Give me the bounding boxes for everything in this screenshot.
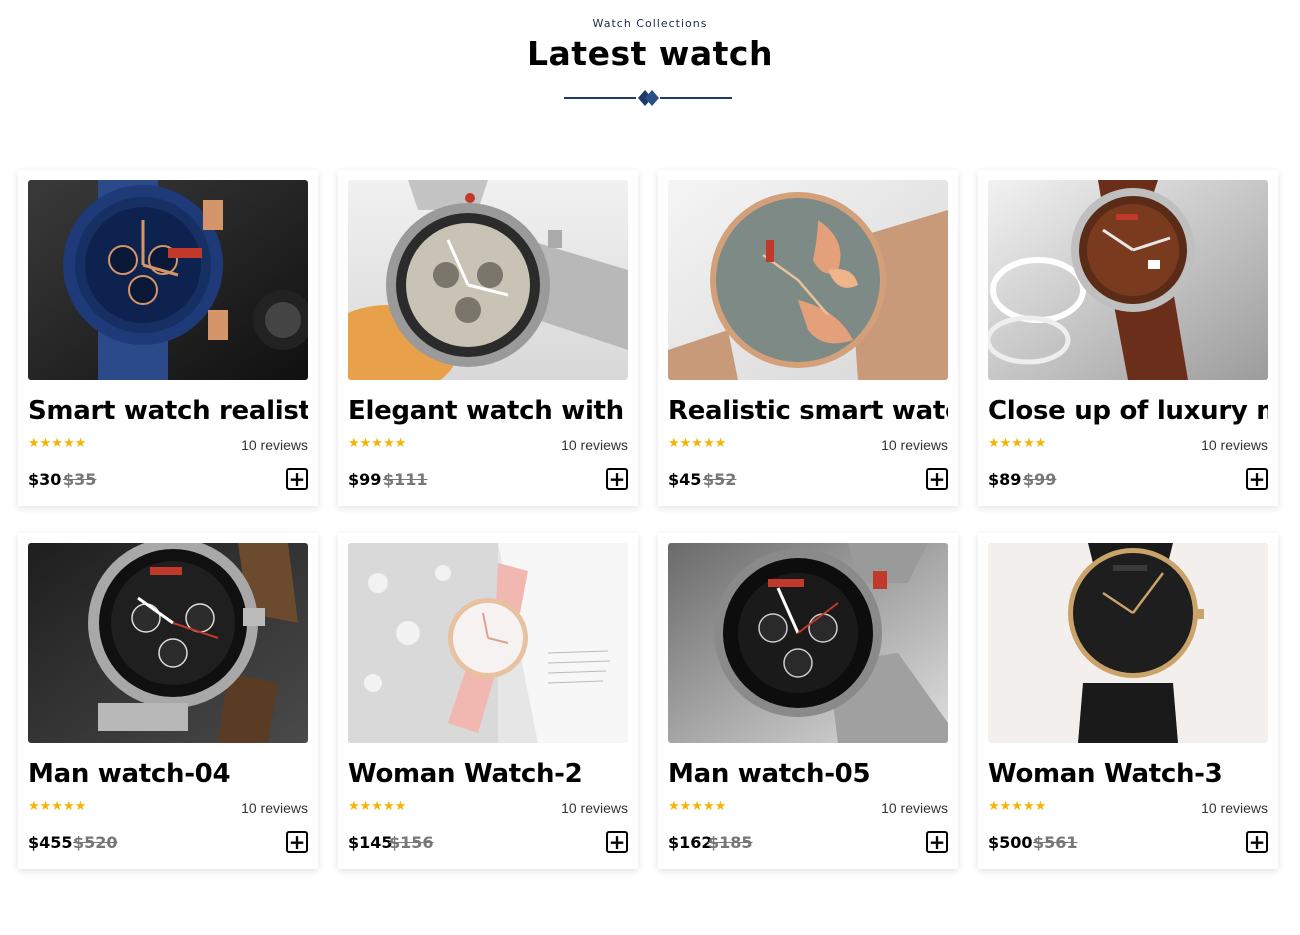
rating-stars-icon: ★★★★★: [348, 436, 407, 451]
black-silver-chronograph-watch-icon: [28, 543, 308, 743]
plus-square-icon: +: [1248, 830, 1266, 854]
add-to-cart-button[interactable]: +: [926, 468, 948, 490]
add-to-cart-button[interactable]: +: [606, 831, 628, 853]
rating-stars-icon: ★★★★★: [668, 799, 727, 814]
product-card[interactable]: Man watch-05 ★★★★★ 10 reviews $162 $185 …: [658, 533, 958, 869]
product-card[interactable]: Close up of luxury man ★★★★★ 10 reviews …: [978, 170, 1278, 506]
black-mesh-minimal-watch-icon: [988, 543, 1268, 743]
review-count: 10 reviews: [241, 800, 308, 816]
product-name[interactable]: Elegant watch with a s: [348, 396, 628, 426]
product-name[interactable]: Woman Watch-2: [348, 759, 628, 789]
product-name[interactable]: Man watch-04: [28, 759, 308, 789]
product-price: $500: [988, 833, 1033, 852]
product-card[interactable]: Man watch-04 ★★★★★ 10 reviews $455 $520 …: [18, 533, 318, 869]
review-count: 10 reviews: [881, 800, 948, 816]
brown-leather-watch-icon: [988, 180, 1268, 380]
rating-stars-icon: ★★★★★: [988, 436, 1047, 451]
blue-chronograph-watch-icon: [28, 180, 308, 380]
product-price: $455: [28, 833, 73, 852]
product-old-price: $35: [63, 470, 97, 489]
product-price: $45: [668, 470, 702, 489]
review-count: 10 reviews: [881, 437, 948, 453]
product-card[interactable]: Elegant watch with a s ★★★★★ 10 reviews …: [338, 170, 638, 506]
plus-square-icon: +: [1248, 467, 1266, 491]
product-card[interactable]: Smart watch realistic ★★★★★ 10 reviews $…: [18, 170, 318, 506]
add-to-cart-button[interactable]: +: [286, 468, 308, 490]
rating-stars-icon: ★★★★★: [988, 799, 1047, 814]
product-image[interactable]: [668, 543, 948, 743]
product-card[interactable]: Woman Watch-3 ★★★★★ 10 reviews $500 $561…: [978, 533, 1278, 869]
rating-stars-icon: ★★★★★: [28, 799, 87, 814]
product-name[interactable]: Realistic smart watch: [668, 396, 948, 426]
add-to-cart-button[interactable]: +: [1246, 468, 1268, 490]
rating-stars-icon: ★★★★★: [668, 436, 727, 451]
product-old-price: $520: [73, 833, 118, 852]
review-count: 10 reviews: [561, 437, 628, 453]
product-old-price: $52: [703, 470, 737, 489]
add-to-cart-button[interactable]: +: [286, 831, 308, 853]
product-price: $89: [988, 470, 1022, 489]
plus-square-icon: +: [928, 830, 946, 854]
product-card[interactable]: Woman Watch-2 ★★★★★ 10 reviews $145 $156…: [338, 533, 638, 869]
product-name[interactable]: Man watch-05: [668, 759, 948, 789]
product-old-price: $185: [708, 833, 753, 852]
review-count: 10 reviews: [1201, 800, 1268, 816]
product-price: $162: [668, 833, 713, 852]
product-name[interactable]: Smart watch realistic: [28, 396, 308, 426]
review-count: 10 reviews: [561, 800, 628, 816]
product-old-price: $561: [1033, 833, 1078, 852]
review-count: 10 reviews: [241, 437, 308, 453]
product-old-price: $99: [1023, 470, 1057, 489]
product-price: $145: [348, 833, 393, 852]
rating-stars-icon: ★★★★★: [348, 799, 407, 814]
pink-leather-watch-icon: [348, 543, 628, 743]
product-image[interactable]: [348, 543, 628, 743]
review-count: 10 reviews: [1201, 437, 1268, 453]
product-image[interactable]: [348, 180, 628, 380]
product-old-price: $156: [389, 833, 434, 852]
add-to-cart-button[interactable]: +: [926, 831, 948, 853]
product-name[interactable]: Woman Watch-3: [988, 759, 1268, 789]
rose-gold-floral-watch-icon: [668, 180, 948, 380]
silver-chronograph-watch-icon: [348, 180, 628, 380]
section-eyebrow: Watch Collections: [592, 17, 708, 30]
product-price: $99: [348, 470, 382, 489]
add-to-cart-button[interactable]: +: [606, 468, 628, 490]
plus-square-icon: +: [288, 467, 306, 491]
product-card[interactable]: Realistic smart watch ★★★★★ 10 reviews $…: [658, 170, 958, 506]
section-title: Latest watch: [527, 34, 773, 73]
plus-square-icon: +: [608, 830, 626, 854]
plus-square-icon: +: [608, 467, 626, 491]
product-price: $30: [28, 470, 62, 489]
product-image[interactable]: [988, 543, 1268, 743]
steel-sport-chronograph-watch-icon: [668, 543, 948, 743]
product-image[interactable]: [28, 543, 308, 743]
product-image[interactable]: [988, 180, 1268, 380]
title-divider-icon: [564, 90, 732, 106]
product-old-price: $111: [383, 470, 428, 489]
product-image[interactable]: [28, 180, 308, 380]
add-to-cart-button[interactable]: +: [1246, 831, 1268, 853]
product-image[interactable]: [668, 180, 948, 380]
plus-square-icon: +: [288, 830, 306, 854]
rating-stars-icon: ★★★★★: [28, 436, 87, 451]
plus-square-icon: +: [928, 467, 946, 491]
product-name[interactable]: Close up of luxury man: [988, 396, 1268, 426]
